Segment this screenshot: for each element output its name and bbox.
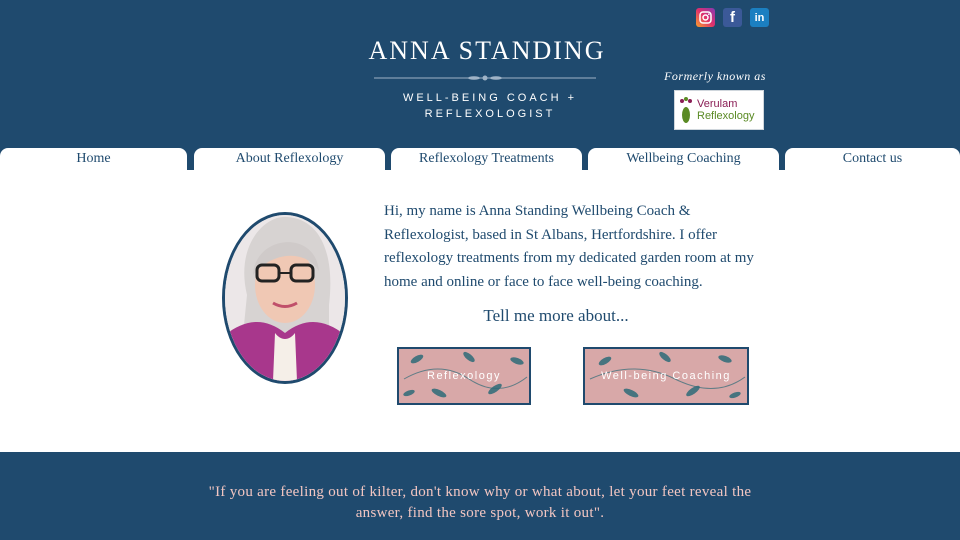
- site-title[interactable]: ANNA STANDING: [360, 36, 614, 66]
- nav-item-about-reflexology[interactable]: About Reflexology: [194, 148, 385, 170]
- logo-line-1: Verulam: [697, 98, 738, 110]
- wellbeing-coaching-button[interactable]: Well-being Coaching: [583, 347, 749, 405]
- tell-more-heading: Tell me more about...: [483, 306, 629, 325]
- facebook-icon[interactable]: f: [723, 8, 742, 27]
- linkedin-icon[interactable]: in: [750, 8, 769, 27]
- wellbeing-coaching-button-label: Well-being Coaching: [601, 370, 731, 382]
- footprint-icon: [679, 95, 693, 125]
- profile-photo: [222, 212, 348, 384]
- main-nav: Home About Reflexology Reflexology Treat…: [0, 148, 960, 170]
- site-header: f in ANNA STANDING WELL-BEING COACH + RE…: [0, 0, 960, 148]
- formerly-known-as: Formerly known as: [664, 69, 766, 83]
- nav-item-home[interactable]: Home: [0, 148, 187, 170]
- quote-band: "If you are feeling out of kilter, don't…: [0, 452, 960, 540]
- nav-item-contact[interactable]: Contact us: [785, 148, 960, 170]
- verulam-reflexology-logo[interactable]: Verulam Reflexology: [674, 90, 764, 130]
- social-links: f in: [696, 8, 769, 27]
- nav-item-wellbeing-coaching[interactable]: Wellbeing Coaching: [588, 148, 779, 170]
- logo-line-2: Reflexology: [697, 110, 755, 122]
- nav-item-reflexology-treatments[interactable]: Reflexology Treatments: [391, 148, 582, 170]
- reflexology-button-label: Reflexology: [427, 370, 501, 382]
- title-divider: [374, 75, 596, 81]
- instagram-icon[interactable]: [696, 8, 715, 27]
- reflexology-button[interactable]: Reflexology: [397, 347, 531, 405]
- site-subtitle: WELL-BEING COACH + REFLEXOLOGIST: [402, 92, 578, 120]
- intro-text: Hi, my name is Anna Standing Wellbeing C…: [384, 203, 754, 290]
- quote-text: "If you are feeling out of kilter, don't…: [208, 484, 752, 521]
